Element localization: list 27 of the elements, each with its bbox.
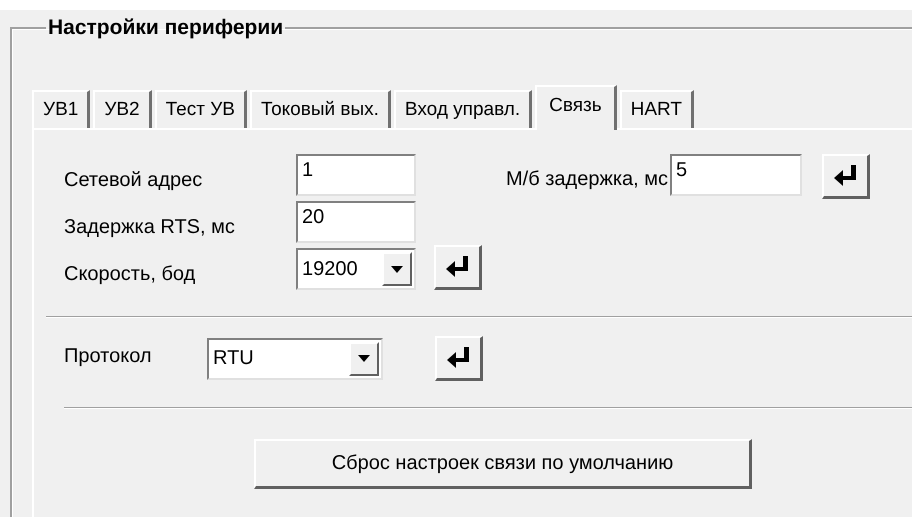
text-field[interactable]: 1 — [296, 154, 416, 196]
dropdown-arrow-icon — [391, 266, 403, 272]
tab[interactable]: Тест УВ — [154, 90, 247, 128]
tab[interactable]: HART — [620, 90, 694, 128]
group-title: Настройки периферии — [47, 16, 284, 40]
enter-icon — [446, 347, 470, 369]
field-label: Сетевой адрес — [64, 169, 204, 193]
tab[interactable]: Связь — [535, 85, 617, 130]
dropdown-arrow-icon — [358, 355, 370, 362]
tab[interactable]: УВ2 — [93, 90, 152, 128]
text-field[interactable]: 5 — [670, 154, 802, 196]
field-label: М/б задержка, мс — [506, 168, 668, 191]
text-field[interactable]: 20 — [296, 201, 416, 243]
apply-button[interactable] — [822, 154, 870, 199]
enter-icon — [834, 165, 858, 187]
enter-icon — [446, 256, 470, 278]
dropdown[interactable]: 19200 — [296, 248, 416, 290]
reset-button[interactable]: Сброс настроек связи по умолчанию — [254, 439, 752, 489]
tab[interactable]: УВ1 — [32, 90, 90, 128]
field-label: Задержка RTS, мс — [64, 216, 236, 240]
field-label: Скорость, бод — [64, 263, 196, 287]
apply-button[interactable] — [434, 245, 482, 290]
tab[interactable]: Токовый вых. — [250, 90, 391, 128]
apply-button[interactable] — [435, 336, 483, 381]
tab[interactable]: Вход управл. — [394, 90, 532, 128]
dropdown[interactable]: RTU — [207, 338, 383, 380]
field-label: Протокол — [64, 345, 153, 369]
